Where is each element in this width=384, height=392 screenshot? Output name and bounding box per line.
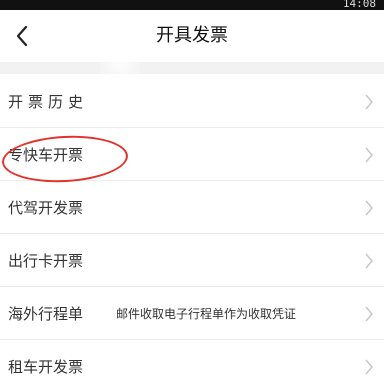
chevron-right-icon [365, 253, 373, 269]
list-item-ride-invoice[interactable]: 专快车开票 [0, 129, 384, 181]
list-item-label: 专快车开票 [8, 146, 84, 164]
nav-bar: 开具发票 [0, 10, 384, 62]
chevron-right-icon [365, 359, 373, 375]
chevron-right-icon [365, 147, 373, 163]
status-bar: 14:08 [0, 0, 384, 10]
chevron-right-icon [365, 306, 373, 322]
list-item-label: 海外行程单 [8, 305, 84, 323]
back-button[interactable] [6, 18, 38, 54]
status-time: 14:08 [342, 0, 376, 10]
list-item-label: 开票历史 [8, 93, 89, 111]
list-item-travel-card-invoice[interactable]: 出行卡开票 [0, 235, 384, 287]
page-title: 开具发票 [156, 25, 228, 46]
chevron-left-icon [16, 25, 28, 47]
list-item-label: 出行卡开票 [8, 252, 84, 270]
list-item-designated-driver-invoice[interactable]: 代驾开发票 [0, 182, 384, 234]
list-item-invoice-history[interactable]: 开票历史 [0, 76, 384, 128]
list-item-note: 邮件收取电子行程单作为收取凭证 [116, 307, 297, 321]
list-item-label: 租车开发票 [8, 358, 84, 376]
list-item-overseas-itinerary[interactable]: 海外行程单 邮件收取电子行程单作为收取凭证 [0, 288, 384, 340]
invoice-options-list: 开票历史 专快车开票 代驾开发票 出行卡开票 海外行程单 邮件收取电子行程单作为… [0, 74, 384, 392]
chevron-right-icon [365, 94, 373, 110]
list-item-label: 代驾开发票 [8, 199, 84, 217]
chevron-right-icon [365, 200, 373, 216]
list-item-car-rental-invoice[interactable]: 租车开发票 [0, 341, 384, 392]
